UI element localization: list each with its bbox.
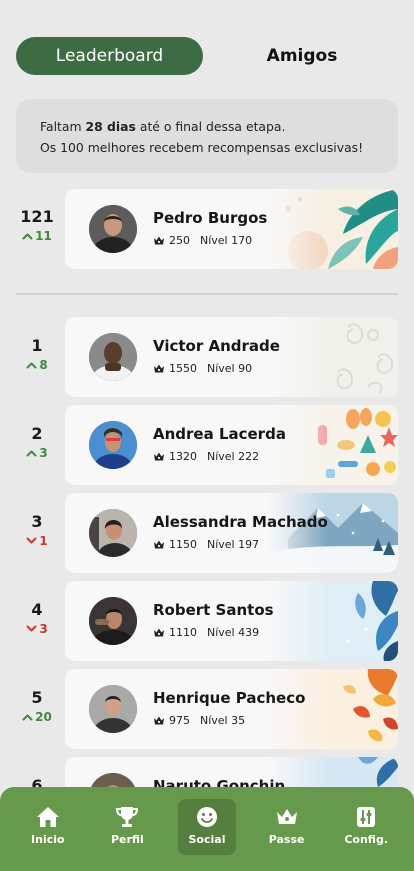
arrow-up-icon [22, 232, 33, 240]
avatar [89, 205, 137, 253]
bottom-nav: Inicio Perfil Social Passe Config. [0, 787, 414, 871]
nav-label: Inicio [31, 833, 65, 846]
player-stats: 1110 Nível 439 [153, 626, 259, 639]
leaderboard-card[interactable]: Alessandra Machado 1150 Nível 197 [65, 493, 398, 573]
rank-change: 3 [16, 622, 58, 636]
rank-number: 1 [31, 336, 43, 355]
stage-info-box: Faltam 28 dias até o final dessa etapa. … [16, 99, 398, 173]
player-level: Nível 170 [200, 234, 253, 247]
crown-icon [153, 715, 165, 726]
player-points: 1320 [169, 450, 197, 463]
smiley-icon [196, 807, 217, 827]
arrow-down-icon [26, 625, 37, 633]
nav-label: Passe [268, 833, 305, 846]
player-level: Nível 35 [200, 714, 246, 727]
player-name: Pedro Burgos [153, 209, 268, 227]
rank-change: 3 [16, 446, 58, 460]
avatar [89, 685, 137, 733]
player-points: 250 [169, 234, 190, 247]
avatar [89, 597, 137, 645]
stage-countdown-text: Faltam 28 dias até o final dessa etapa. [40, 119, 286, 134]
rank-number: 121 [20, 207, 54, 226]
current-user-rank: 121 11 [16, 207, 58, 243]
tab-friends[interactable]: Amigos [206, 37, 398, 75]
rank-change: 8 [16, 358, 58, 372]
autumn-leaves-art [268, 669, 398, 749]
avatar [89, 421, 137, 469]
avatar [89, 509, 137, 557]
crown-icon [153, 539, 165, 550]
nav-item-social[interactable]: Social [177, 799, 236, 855]
current-user-card[interactable]: Pedro Burgos 250 Nível 170 [65, 189, 398, 269]
leaderboard-card[interactable]: Andrea Lacerda 1320 Nível 222 [65, 405, 398, 485]
player-level: Nível 90 [207, 362, 253, 375]
divider [16, 293, 398, 295]
blue-leaves-art [268, 581, 398, 661]
rank-column: 2 3 [16, 424, 58, 460]
rank-column: 3 1 [16, 512, 58, 548]
rank-column: 4 3 [16, 600, 58, 636]
rank-change: 1 [16, 534, 58, 548]
player-name: Andrea Lacerda [153, 425, 286, 443]
leaderboard-card[interactable]: Robert Santos 1110 Nível 439 [65, 581, 398, 661]
rank-number: 5 [31, 688, 43, 707]
nav-item-config[interactable]: Config. [337, 799, 395, 855]
snowy-mountains-art [268, 493, 398, 573]
crown-icon [153, 451, 165, 462]
player-name: Victor Andrade [153, 337, 280, 355]
rank-number: 2 [31, 424, 43, 443]
nav-label: Perfil [110, 833, 144, 846]
home-icon [36, 807, 59, 827]
player-points: 1150 [169, 538, 197, 551]
player-stats: 1320 Nível 222 [153, 450, 259, 463]
rank-number: 4 [31, 600, 43, 619]
nav-item-passe[interactable]: Passe [258, 799, 316, 855]
crown-icon [153, 627, 165, 638]
player-stats: 1150 Nível 197 [153, 538, 259, 551]
trophy-icon [116, 807, 139, 827]
rank-change: 11 [16, 229, 58, 243]
player-name: Henrique Pacheco [153, 689, 306, 707]
tropical-leaves-art [268, 189, 398, 269]
crown-icon [153, 235, 165, 246]
rank-number: 3 [31, 512, 43, 531]
rank-change: 20 [16, 710, 58, 724]
leaderboard-card[interactable]: Henrique Pacheco 975 Nível 35 [65, 669, 398, 749]
player-level: Nível 197 [207, 538, 260, 551]
days-remaining: 28 dias [85, 119, 136, 134]
arrow-down-icon [26, 537, 37, 545]
rank-column: 1 8 [16, 336, 58, 372]
rewards-text: Os 100 melhores recebem recompensas excl… [40, 140, 364, 155]
avatar [89, 333, 137, 381]
player-points: 975 [169, 714, 190, 727]
arrow-up-icon [26, 361, 37, 369]
player-points: 1550 [169, 362, 197, 375]
player-stats: 975 Nível 35 [153, 714, 245, 727]
summer-beach-art [268, 405, 398, 485]
player-points: 1110 [169, 626, 197, 639]
leaderboard-card[interactable]: Victor Andrade 1550 Nível 90 [65, 317, 398, 397]
nav-label: Config. [344, 833, 388, 846]
player-name: Alessandra Machado [153, 513, 328, 531]
crown-icon [153, 363, 165, 374]
damask-pattern-art [268, 317, 398, 397]
tab-leaderboard[interactable]: Leaderboard [16, 37, 203, 75]
nav-item-inicio[interactable]: Inicio [19, 799, 77, 855]
player-stats: 1550 Nível 90 [153, 362, 252, 375]
nav-label: Social [188, 833, 226, 846]
player-name: Robert Santos [153, 601, 274, 619]
crown-icon [276, 809, 297, 824]
arrow-up-icon [26, 449, 37, 457]
tab-bar: Leaderboard Amigos [16, 37, 398, 75]
rank-column: 5 20 [16, 688, 58, 724]
arrow-up-icon [22, 713, 33, 721]
player-stats: 250 Nível 170 [153, 234, 252, 247]
player-level: Nível 439 [207, 626, 260, 639]
nav-item-perfil[interactable]: Perfil [98, 799, 156, 855]
player-level: Nível 222 [207, 450, 260, 463]
sliders-icon [357, 807, 376, 827]
